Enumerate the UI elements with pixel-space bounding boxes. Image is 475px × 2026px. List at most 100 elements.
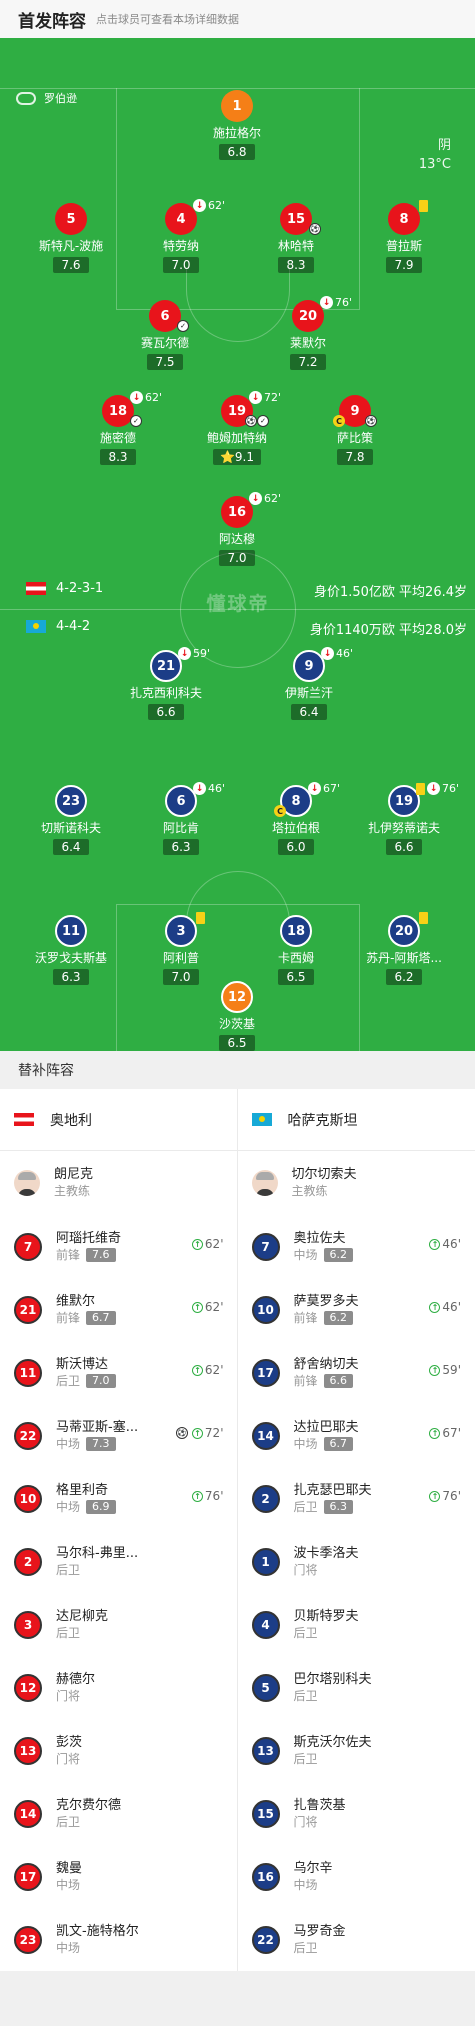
home-player[interactable]: 19 鲍姆加特纳 ⭐9.1 ↓ 72' ⚽ ✓	[189, 391, 285, 465]
team-name: 哈萨克斯坦	[287, 1112, 358, 1129]
substitute-row[interactable]: 16 乌尔辛 中场	[238, 1845, 475, 1908]
substitute-row[interactable]: 17 魏曼 中场	[0, 1845, 238, 1908]
watermark-logo: 懂球帝	[206, 593, 270, 615]
away-player[interactable]: 19 扎伊努蒂诺夫 6.6 ↓ 76'	[356, 782, 459, 855]
away-coach[interactable]: 切尔切索夫 主教练	[238, 1151, 475, 1215]
weather-condition: 阴	[437, 138, 451, 153]
ball-icon: ⚽	[175, 1427, 188, 1439]
substitute-row[interactable]: 21 维默尔 前锋 6.7 ↑ 62'	[0, 1278, 238, 1341]
player-rating: 7.0	[219, 550, 255, 566]
goal-event: ⚽	[365, 415, 377, 427]
sub-in-event: ↑ 67'	[429, 1426, 461, 1440]
substitute-row[interactable]: 14 达拉巴耶夫 中场 6.7 ↑ 67'	[238, 1404, 475, 1467]
substitute-row[interactable]: 10 萨莫罗多夫 前锋 6.2 ↑ 46'	[238, 1278, 475, 1341]
away-player[interactable]: 9 伊斯兰汗 6.4 ↓ 46'	[261, 647, 357, 720]
captain-badge: C	[333, 415, 345, 427]
substitute-row[interactable]: 5 巴尔塔别科夫 后卫	[238, 1656, 475, 1719]
substitute-row[interactable]: 2 扎克瑟巴耶夫 后卫 6.3 ↑ 76'	[238, 1467, 475, 1530]
assist-icon: ✓	[177, 320, 189, 332]
home-player[interactable]: 16 阿达穆 7.0 ↓ 62'	[189, 492, 285, 566]
substitute-row[interactable]: 22 马蒂亚斯-塞... 中场 7.3 ⚽ ↑ 72'	[0, 1404, 238, 1467]
away-player[interactable]: 11 沃罗戈夫斯基 6.3	[23, 915, 119, 985]
sub-on-icon: ↑	[429, 1364, 441, 1376]
away-player[interactable]: 8 塔拉伯根 6.0 C ↓ 67'	[248, 782, 344, 855]
substitution-event: ↓ 67'	[308, 782, 340, 795]
position-label: 后卫	[293, 1688, 318, 1703]
substitute-row[interactable]: 12 赫德尔 门将	[0, 1656, 238, 1719]
substitute-row[interactable]: 7 阿瑙托维奇 前锋 7.6 ↑ 62'	[0, 1215, 238, 1278]
goal-assist-event: ⚽ ✓	[245, 415, 269, 427]
home-team-header[interactable]: 奥地利	[0, 1089, 238, 1151]
home-coach[interactable]: 朗尼克 主教练	[0, 1151, 238, 1215]
home-player[interactable]: 18 施密德 8.3 ↓ 62' ✓	[70, 391, 166, 465]
jersey-number: 5	[55, 203, 87, 235]
ball-icon: ⚽	[245, 415, 257, 427]
position-label: 门将	[56, 1688, 81, 1703]
position-label: 后卫	[293, 1940, 318, 1955]
referee-name: 罗伯逊	[44, 92, 77, 105]
substitute-row[interactable]: 22 马罗奇金 后卫	[238, 1908, 475, 1971]
jersey-number: 3	[14, 1610, 42, 1639]
home-player[interactable]: 9 萨比策 7.8 C ⚽	[307, 395, 403, 465]
sub-off-icon: ↓	[427, 782, 440, 795]
home-player[interactable]: 20 莱默尔 7.2 ↓ 76'	[260, 296, 356, 370]
substitute-row[interactable]: 1 波卡季洛夫 门将	[238, 1530, 475, 1593]
substitute-row[interactable]: 2 马尔科-弗里... 后卫	[0, 1530, 238, 1593]
substitution-event: ↓ 46'	[321, 647, 353, 660]
position-label: 前锋	[56, 1247, 81, 1262]
substitute-row[interactable]: 14 克尔费尔德 后卫	[0, 1782, 238, 1845]
sub-off-icon: ↓	[193, 199, 206, 212]
player-rating: 6.7	[86, 1311, 116, 1325]
sub-off-icon: ↓	[130, 391, 143, 404]
substitute-row[interactable]: 11 斯沃博达 后卫 7.0 ↑ 62'	[0, 1341, 238, 1404]
position-label: 后卫	[56, 1814, 81, 1829]
substitute-row[interactable]: 13 斯克沃尔佐夫 后卫	[238, 1719, 475, 1782]
sub-on-icon: ↑	[429, 1301, 441, 1313]
assist-event: ✓	[177, 320, 189, 332]
away-player-gk[interactable]: 12 沙茨基 6.5	[189, 981, 285, 1051]
player-position: 门将	[56, 1688, 95, 1705]
sub-on-icon: ↑	[429, 1427, 441, 1439]
player-rating: 7.0	[163, 257, 199, 273]
away-player[interactable]: 21 扎克西利科夫 6.6 ↓ 59'	[118, 647, 214, 720]
goal-event: ⚽	[309, 223, 321, 235]
home-player[interactable]: 6 赛瓦尔德 7.5 ✓	[117, 300, 213, 370]
home-player[interactable]: 4 特劳纳 7.0 ↓ 62'	[133, 199, 229, 273]
weather: 阴 13°C	[419, 136, 451, 174]
away-player[interactable]: 20 苏丹-阿斯塔... 6.2	[356, 912, 452, 985]
player-name: 沙茨基	[218, 1017, 255, 1031]
formation-label: 4-4-2	[56, 619, 91, 634]
player-position: 中场	[56, 1877, 82, 1894]
home-player[interactable]: 15 林哈特 8.3 ⚽	[248, 203, 344, 273]
sub-minute: 76'	[204, 1489, 224, 1503]
player-name: 扎克瑟巴耶夫	[293, 1482, 372, 1498]
player-position: 中场 6.7	[294, 1436, 359, 1453]
away-player[interactable]: 6 阿比肯 6.3 ↓ 46'	[133, 782, 229, 855]
substitute-row[interactable]: 17 舒舍纳切夫 前锋 6.6 ↑ 59'	[238, 1341, 475, 1404]
player-position: 前锋 6.7	[56, 1310, 116, 1327]
home-player[interactable]: 5 斯特凡-波施 7.6	[23, 203, 119, 273]
player-position: 前锋 6.6	[294, 1373, 359, 1390]
player-name: 萨莫罗多夫	[293, 1293, 359, 1309]
substitute-row[interactable]: 13 彭茨 门将	[0, 1719, 238, 1782]
away-player[interactable]: 23 切斯诺科夫 6.4	[23, 785, 119, 855]
away-player[interactable]: 18 卡西姆 6.5	[248, 915, 344, 985]
substitute-row[interactable]: 7 奥拉佐夫 中场 6.2 ↑ 46'	[238, 1215, 475, 1278]
player-position: 门将	[294, 1814, 346, 1831]
substitute-row[interactable]: 4 贝斯特罗夫 后卫	[238, 1593, 475, 1656]
player-position: 中场 6.2	[294, 1247, 354, 1264]
home-player[interactable]: 8 普拉斯 7.9	[356, 200, 452, 273]
away-player[interactable]: 3 阿利普 7.0	[133, 912, 229, 985]
away-team-header[interactable]: 哈萨克斯坦	[237, 1089, 475, 1151]
player-rating: 6.0	[278, 839, 314, 855]
substitute-row[interactable]: 10 格里利奇 中场 6.9 ↑ 76'	[0, 1467, 238, 1530]
substitute-row[interactable]: 23 凯文-施特格尔 中场	[0, 1908, 238, 1971]
player-name: 乌尔辛	[293, 1860, 333, 1876]
sub-off-icon: ↓	[178, 647, 191, 660]
substitute-row[interactable]: 15 扎鲁茨基 门将	[238, 1782, 475, 1845]
squad-value: 身价1140万欧	[309, 623, 395, 638]
substitute-row[interactable]: 3 达尼柳克 后卫	[0, 1593, 238, 1656]
player-rating: 6.6	[386, 839, 422, 855]
home-player-gk[interactable]: 1 施拉格尔 6.8	[189, 90, 285, 160]
jersey-number: 7	[251, 1232, 280, 1261]
